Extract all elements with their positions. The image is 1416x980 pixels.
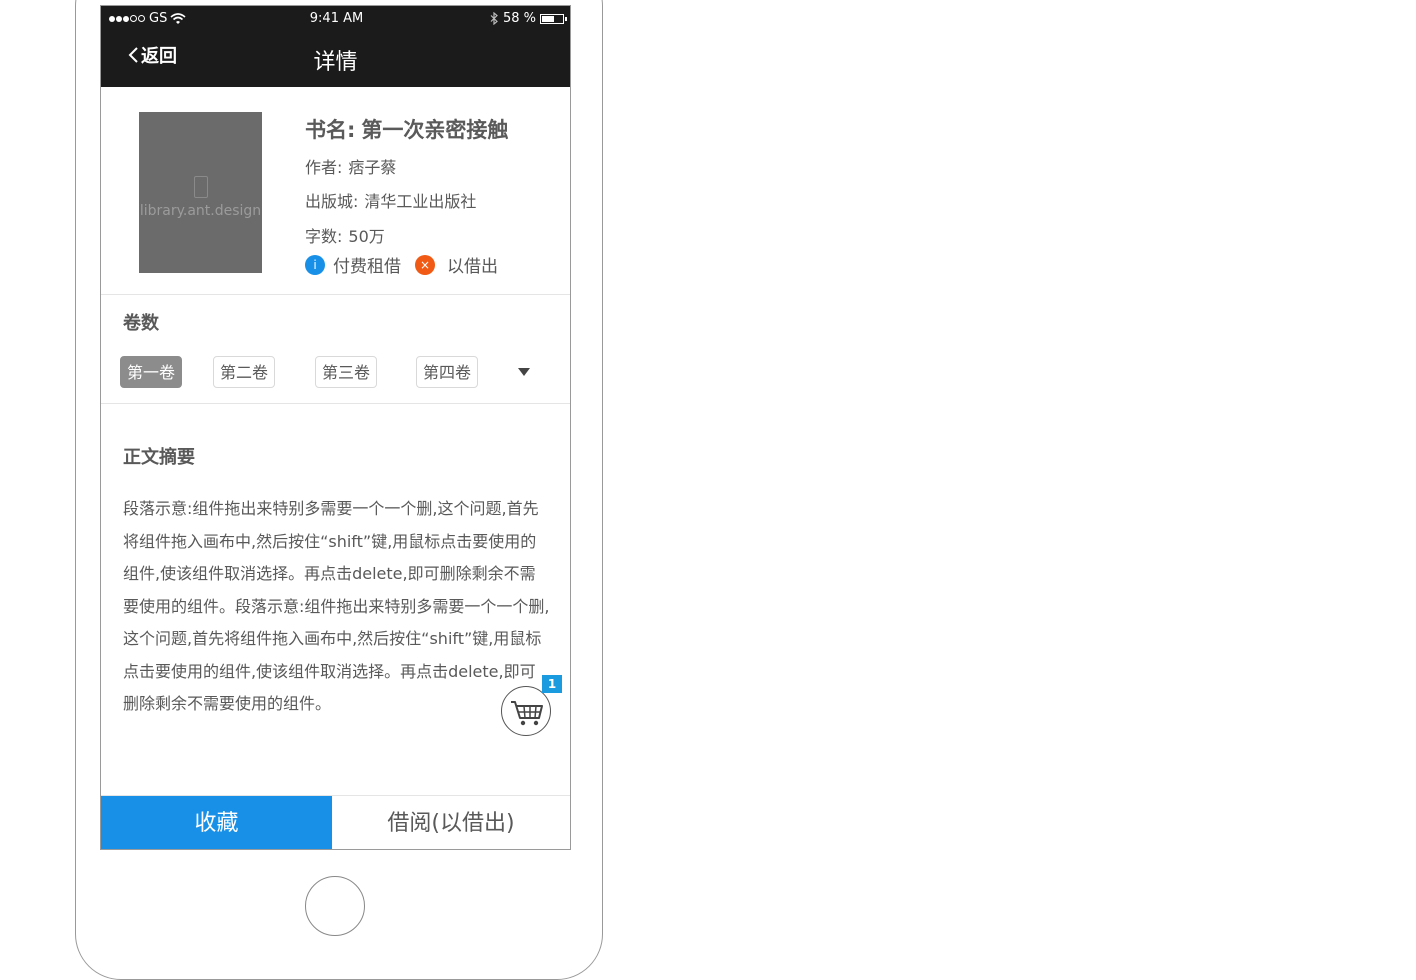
caret-down-icon[interactable] [518, 368, 530, 376]
tag-label-borrowed: 以借出 [447, 257, 498, 277]
cart-count-badge: 1 [542, 675, 562, 693]
header: GS 9:41 AM 58 % 返回 详情 [101, 6, 570, 87]
close-circle-icon: × [415, 254, 435, 275]
book-author: 作者: 痞子蔡 [305, 158, 397, 177]
battery-icon [540, 13, 567, 24]
bluetooth-icon [490, 12, 498, 25]
favorite-button[interactable]: 收藏 [101, 796, 332, 849]
book-word-count: 字数: 50万 [305, 227, 385, 246]
summary-title: 正文摘要 [123, 447, 195, 468]
app-screen: GS 9:41 AM 58 % 返回 详情 library.ant.design… [100, 5, 571, 850]
summary-text: 段落示意:组件拖出来特别多需要一个一个删,这个问题,首先将组件拖入画布中,然后按… [123, 499, 550, 713]
shopping-cart-icon [511, 701, 543, 726]
volume-tab-3[interactable]: 第三卷 [315, 356, 378, 388]
book-info: library.ant.design 书名: 第一次亲密接触 作者: 痞子蔡 出版城… [101, 88, 570, 295]
info-icon: i [305, 254, 325, 275]
footer-actions: 收藏 借阅(以借出) [101, 795, 570, 849]
volumes-title: 卷数 [123, 313, 159, 334]
status-right: 58 % [490, 11, 567, 26]
battery-percent: 58 % [502, 11, 536, 26]
tag-label-paid-rent: 付费租借 [333, 257, 401, 277]
volume-selector: 第一卷 第二卷 第三卷 第四卷 [120, 356, 540, 390]
volume-tab-4[interactable]: 第四卷 [416, 356, 479, 388]
book-cover: library.ant.design [139, 112, 262, 273]
cart-button[interactable] [501, 686, 551, 736]
volume-tab-1[interactable]: 第一卷 [120, 356, 183, 388]
image-placeholder-icon [193, 176, 208, 198]
divider [101, 403, 570, 404]
status-bar: GS 9:41 AM 58 % [109, 11, 567, 29]
page-title: 详情 [313, 50, 358, 75]
borrow-button[interactable]: 借阅(以借出) [332, 796, 570, 849]
book-title: 书名: 第一次亲密接触 [305, 118, 509, 142]
book-publisher: 出版城: 清华工业出版社 [305, 192, 477, 211]
cover-placeholder-text: library.ant.design [139, 203, 262, 219]
home-button[interactable] [305, 876, 365, 936]
volume-tab-2[interactable]: 第二卷 [213, 356, 276, 388]
book-tags: i 付费租借 × 以借出 [305, 252, 498, 277]
